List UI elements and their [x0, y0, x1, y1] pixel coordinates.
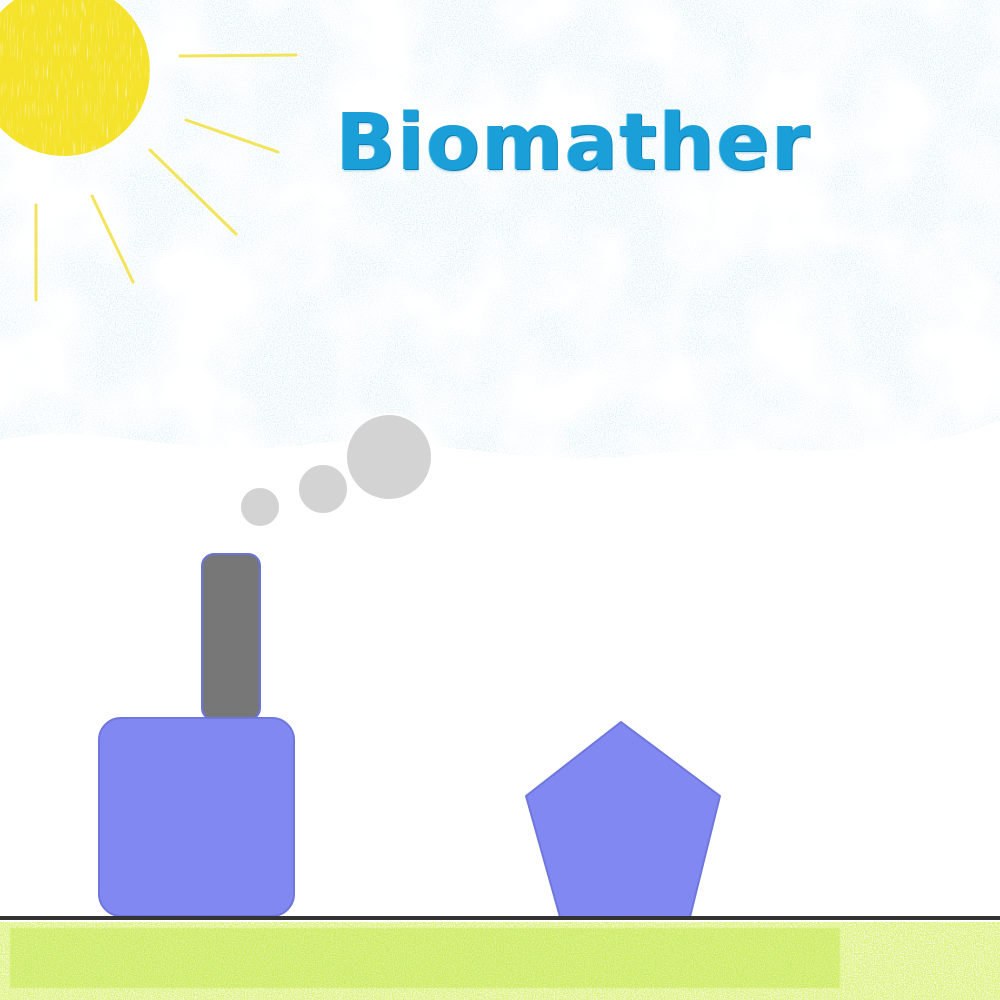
grass	[0, 922, 1000, 1000]
game-scene[interactable]: Biomather	[0, 0, 1000, 1000]
ground-line	[0, 916, 1000, 920]
pentagon-block[interactable]	[525, 721, 721, 918]
smoke-puff-medium	[297, 463, 349, 515]
chimney[interactable]	[201, 553, 261, 721]
smoke-puff-large	[345, 413, 433, 501]
sky-texture	[0, 0, 1000, 459]
factory-block[interactable]	[98, 717, 295, 917]
game-title: Biomather	[336, 98, 812, 188]
smoke-puff-small	[239, 486, 281, 528]
